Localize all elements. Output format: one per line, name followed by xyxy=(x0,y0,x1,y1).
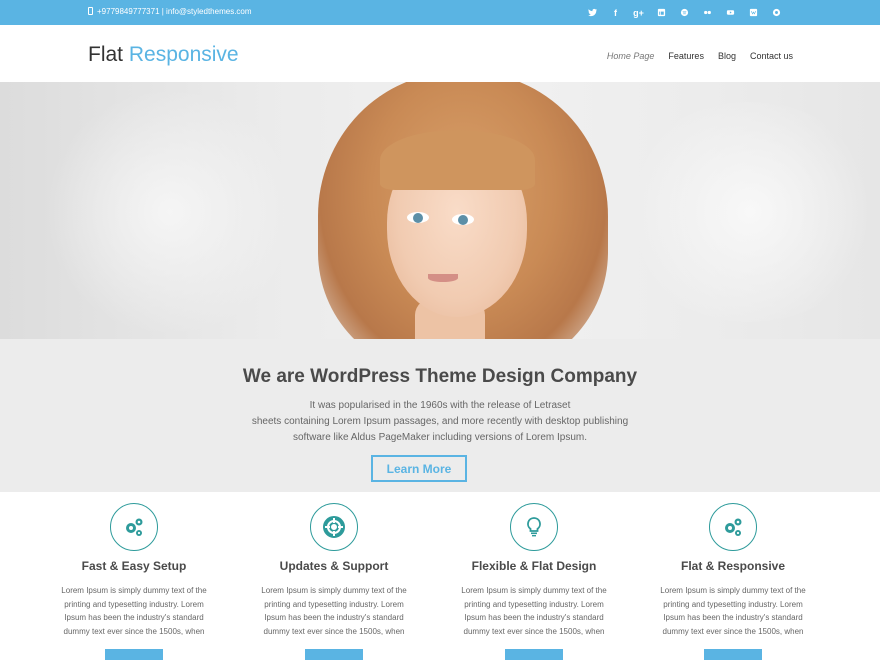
intro-line: It was popularised in the 1960s with the… xyxy=(309,400,571,411)
feature-text: Lorem Ipsum is simply dummy text of the … xyxy=(434,584,634,638)
facebook-icon[interactable]: f xyxy=(604,6,627,19)
site-logo[interactable]: Flat Responsive xyxy=(88,43,239,67)
feature-line: dummy text ever since the 1500s, when xyxy=(662,626,804,636)
feature-read-more-button[interactable] xyxy=(505,649,563,660)
feature-text: Lorem Ipsum is simply dummy text of the … xyxy=(234,584,434,638)
feature-text: Lorem Ipsum is simply dummy text of the … xyxy=(633,584,833,638)
learn-more-button[interactable]: Learn More xyxy=(371,455,467,482)
phone-icon xyxy=(88,7,93,15)
google-plus-icon[interactable]: g+ xyxy=(627,6,650,19)
flickr-icon[interactable] xyxy=(696,6,719,19)
feature-line: Ipsum has been the industry's standard xyxy=(663,613,803,622)
dribbble-icon[interactable] xyxy=(765,6,788,19)
feature-line: printing and typesetting industry. Lorem xyxy=(663,599,803,609)
intro-line: software like Aldus PageMaker including … xyxy=(292,432,588,443)
main-nav: Home Page Features Blog Contact us xyxy=(607,51,793,61)
social-links: f g+ xyxy=(581,6,788,19)
lightbulb-icon xyxy=(510,503,558,551)
top-bar: +9779849777371 | info@styledthemes.com f… xyxy=(0,0,880,25)
feature-line: Lorem Ipsum is simply dummy text of the xyxy=(461,586,607,595)
hero-image xyxy=(0,82,880,339)
life-ring-icon xyxy=(310,503,358,551)
linkedin-icon[interactable] xyxy=(650,6,673,19)
intro-line: sheets containing Lorem Ipsum passages, … xyxy=(251,416,629,427)
twitter-icon[interactable] xyxy=(581,6,604,19)
intro-heading: We are WordPress Theme Design Company xyxy=(242,366,638,387)
feature-title: Fast & Easy Setup xyxy=(81,559,187,573)
nav-item-blog[interactable]: Blog xyxy=(718,51,736,61)
feature-read-more-button[interactable] xyxy=(105,649,163,660)
intro-text: It was popularised in the 1960s with the… xyxy=(0,398,880,446)
feature-line: printing and typesetting industry. Lorem xyxy=(464,599,604,609)
feature-line: Ipsum has been the industry's standard xyxy=(64,613,204,622)
features-section: Fast & Easy Setup Lorem Ipsum is simply … xyxy=(0,492,880,660)
cogs-icon xyxy=(709,503,757,551)
youtube-icon[interactable] xyxy=(719,6,742,19)
vk-icon[interactable] xyxy=(742,6,765,19)
logo-text-responsive: Responsive xyxy=(128,43,239,66)
spotify-icon[interactable] xyxy=(673,6,696,19)
feature-line: dummy text ever since the 1500s, when xyxy=(63,626,205,636)
feature-title: Flexible & Flat Design xyxy=(471,559,597,573)
feature-line: Lorem Ipsum is simply dummy text of the xyxy=(61,586,207,595)
feature-text: Lorem Ipsum is simply dummy text of the … xyxy=(34,584,234,638)
feature-line: Ipsum has been the industry's standard xyxy=(464,613,604,622)
nav-item-home[interactable]: Home Page xyxy=(607,51,655,61)
feature-line: printing and typesetting industry. Lorem xyxy=(264,599,404,609)
site-header: Flat Responsive Home Page Features Blog … xyxy=(0,25,880,82)
feature-line: Lorem Ipsum is simply dummy text of the xyxy=(660,586,806,595)
nav-item-contact[interactable]: Contact us xyxy=(750,51,793,61)
feature-read-more-button[interactable] xyxy=(305,649,363,660)
logo-text-flat: Flat xyxy=(88,43,124,66)
feature-line: Lorem Ipsum is simply dummy text of the xyxy=(261,586,407,595)
feature-line: printing and typesetting industry. Lorem xyxy=(64,599,204,609)
contact-text: +9779849777371 | info@styledthemes.com xyxy=(97,7,252,16)
intro-section: We are WordPress Theme Design Company It… xyxy=(0,339,880,492)
feature-read-more-button[interactable] xyxy=(704,649,762,660)
feature-title: Updates & Support xyxy=(279,559,389,573)
feature-line: Ipsum has been the industry's standard xyxy=(264,613,404,622)
cogs-icon xyxy=(110,503,158,551)
nav-item-features[interactable]: Features xyxy=(668,51,704,61)
feature-title: Flat & Responsive xyxy=(680,559,786,573)
contact-info: +9779849777371 | info@styledthemes.com xyxy=(88,7,252,16)
feature-line: dummy text ever since the 1500s, when xyxy=(263,626,405,636)
feature-line: dummy text ever since the 1500s, when xyxy=(463,626,605,636)
